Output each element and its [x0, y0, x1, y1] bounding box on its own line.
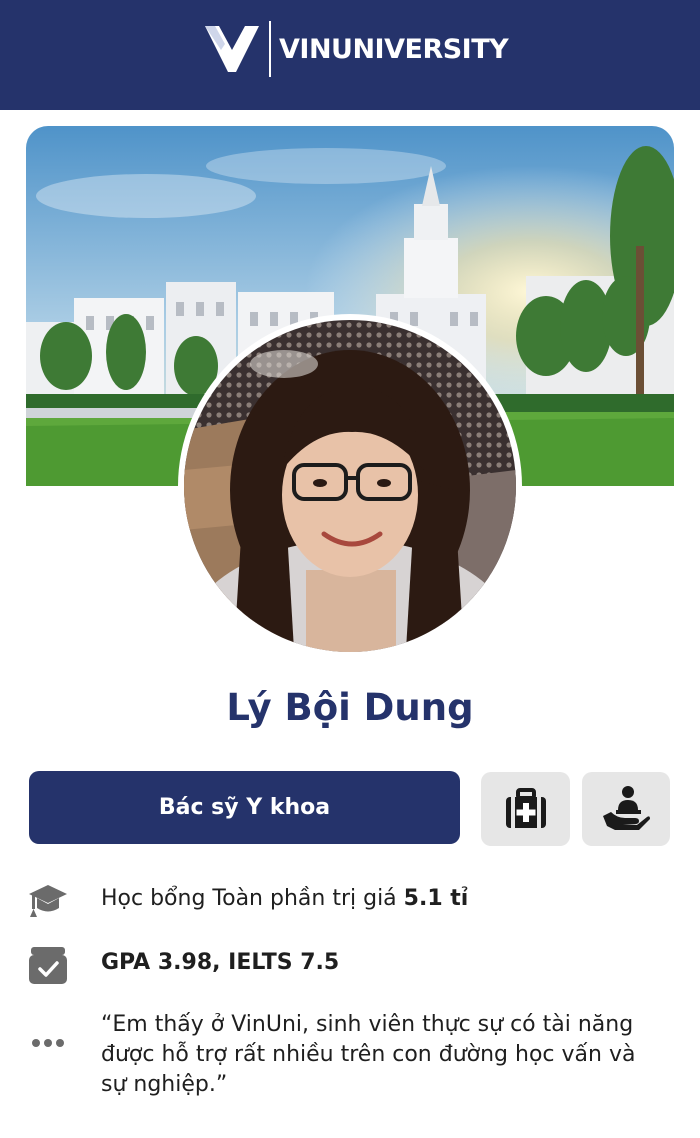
scholarship-value: 5.1 tỉ: [403, 886, 469, 911]
hand-care-icon: [603, 786, 650, 830]
quote-text: “Em thấy ở VinUni, sinh viên thực sự có …: [101, 1012, 636, 1097]
care-button[interactable]: [582, 772, 670, 846]
profile-name: Lý Bội Dung: [226, 686, 474, 729]
checked-box-icon: [27, 944, 69, 986]
app-header: VINUNIVERSITY: [0, 0, 700, 110]
brand-logo-group[interactable]: VINUNIVERSITY: [203, 19, 509, 79]
graduation-cap-icon: [27, 880, 69, 922]
brand-name: VINUNIVERSITY: [279, 33, 509, 65]
ellipsis-icon: [27, 1022, 69, 1064]
role-button[interactable]: Bác sỹ Y khoa: [29, 771, 460, 844]
medical-kit-icon: [505, 788, 546, 828]
avatar-image: [184, 320, 516, 652]
brand-divider: [269, 21, 271, 77]
scholarship-label: Học bổng Toàn phần trị giá: [101, 886, 404, 911]
scholarship-text: Học bổng Toàn phần trị giá 5.1 tỉ: [101, 884, 468, 914]
medkit-button[interactable]: [481, 772, 570, 846]
profile-avatar[interactable]: [178, 314, 522, 658]
scores-text: GPA 3.98, IELTS 7.5: [101, 950, 340, 975]
vinuni-logo-icon: [205, 26, 259, 72]
